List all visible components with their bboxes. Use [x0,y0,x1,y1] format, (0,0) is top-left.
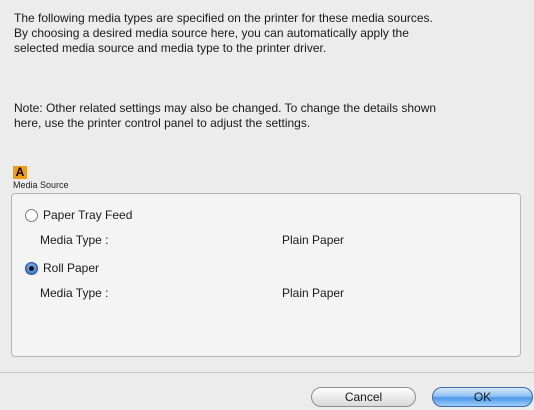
media-type-label-roll-paper: Media Type : [40,286,109,300]
note-text: Note: Other related settings may also be… [14,101,526,131]
media-type-value-roll-paper: Plain Paper [282,286,345,300]
intro-line-2: By choosing a desired media source here,… [14,26,409,40]
radio-paper-tray-feed[interactable]: Paper Tray Feed [25,208,132,222]
ok-button[interactable]: OK [432,387,533,407]
radio-label-roll-paper[interactable]: Roll Paper [43,261,99,275]
media-type-value-paper-tray: Plain Paper [282,233,345,247]
media-type-label-paper-tray: Media Type : [40,233,109,247]
media-source-group-label: Media Source [13,180,69,190]
cancel-button[interactable]: Cancel [311,387,416,407]
intro-line-1: The following media types are specified … [14,11,433,25]
callout-marker-a: A [13,166,27,179]
note-line-2: here, use the printer control panel to a… [14,116,311,130]
radio-roll-paper[interactable]: Roll Paper [25,261,99,275]
note-line-1: Note: Other related settings may also be… [14,101,437,115]
footer-divider [0,372,534,373]
radio-button-selected[interactable] [25,261,38,275]
radio-button-unselected[interactable] [25,208,38,222]
radio-label-paper-tray-feed[interactable]: Paper Tray Feed [43,208,132,222]
intro-line-3: selected media source and media type to … [14,41,327,55]
intro-text: The following media types are specified … [14,11,526,56]
